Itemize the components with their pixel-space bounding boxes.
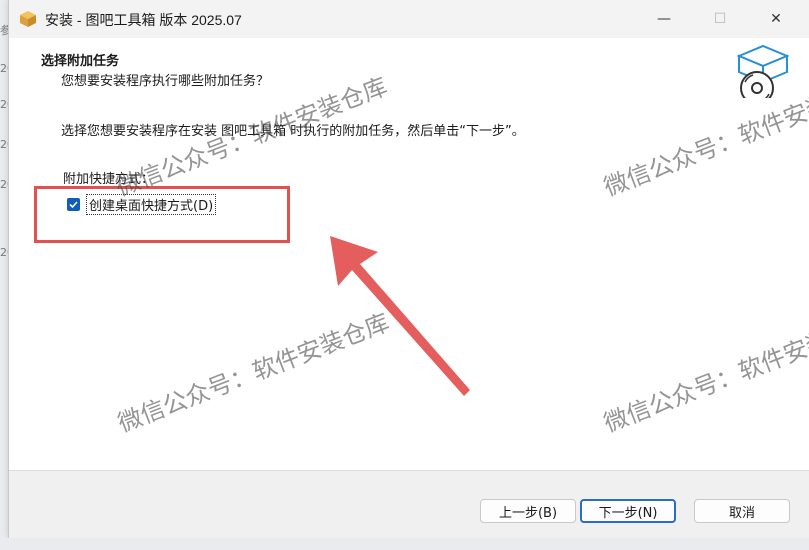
minimize-button[interactable]: — [641,0,687,38]
shortcut-group-label: 附加快捷方式： [63,172,155,187]
annotation-arrow-icon [330,236,470,396]
back-button[interactable]: 上一步(B) [480,499,576,523]
task-description: 选择您想要安装程序在安装 图吧工具箱 时执行的附加任务，然后单击“下一步”。 [61,124,525,139]
background-bottom-strip [0,538,809,550]
wizard-header: 选择附加任务 您想要安装程序执行哪些附加任务？ [9,38,809,105]
title-bar[interactable]: 安装 - 图吧工具箱 版本 2025.07 — ☐ ✕ [9,0,809,38]
install-package-icon [736,44,790,105]
maximize-button[interactable]: ☐ [697,0,743,38]
page-title: 选择附加任务 [41,54,120,69]
package-box-icon [20,11,36,27]
next-button[interactable]: 下一步(N) [580,499,676,523]
page-subtitle: 您想要安装程序执行哪些附加任务？ [61,74,270,89]
close-button[interactable]: ✕ [753,0,799,38]
window-title: 安装 - 图吧工具箱 版本 2025.07 [45,12,242,28]
wizard-footer: 上一步(B) 下一步(N) 取消 [9,471,809,538]
cancel-button[interactable]: 取消 [694,499,790,523]
annotation-highlight-box [34,186,290,243]
